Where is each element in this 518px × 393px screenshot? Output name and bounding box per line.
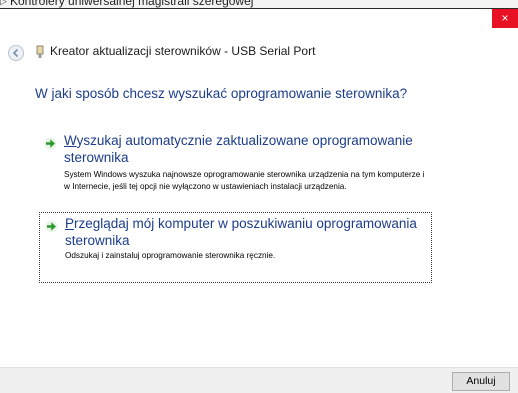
question-heading: W jaki sposób chcesz wyszukać oprogramow… — [35, 86, 408, 101]
wizard-footer: Anuluj — [0, 367, 518, 393]
window-title: Kreator aktualizacji sterowników - USB S… — [50, 44, 316, 58]
back-arrow-icon — [12, 48, 19, 58]
option-description: Odszukaj i zainstaluj oprogramowanie ste… — [65, 251, 276, 260]
green-arrow-icon — [45, 220, 58, 233]
option-title: Przeglądaj mój komputer w poszukiwaniu o… — [65, 216, 417, 248]
wizard-content: W jaki sposób chcesz wyszukać oprogramow… — [0, 72, 518, 369]
update-driver-wizard: × Kreator aktualizacji sterowników - USB… — [0, 9, 518, 393]
browse-computer-option[interactable]: Przeglądaj mój komputer w poszukiwaniu o… — [39, 212, 432, 283]
green-arrow-icon — [44, 137, 57, 150]
usb-device-icon — [36, 45, 44, 58]
close-button[interactable]: × — [492, 9, 518, 28]
search-automatically-option[interactable]: Wyszukaj automatycznie zaktualizowane op… — [39, 130, 432, 208]
option-description: System Windows wyszuka najnowsze oprogra… — [64, 170, 425, 191]
wizard-header: Kreator aktualizacji sterowników - USB S… — [0, 28, 518, 72]
tree-expander-icon: ▷ — [0, 0, 7, 6]
accelerator-key: W — [64, 133, 77, 148]
cancel-button[interactable]: Anuluj — [452, 372, 510, 391]
background-tree-item: Kontrolery uniwersalnej magistrali szere… — [10, 0, 254, 8]
background-window-strip: ▷ Kontrolery uniwersalnej magistrali sze… — [0, 0, 518, 9]
back-button[interactable] — [8, 45, 24, 61]
option-title: Wyszukaj automatycznie zaktualizowane op… — [64, 133, 413, 165]
accelerator-key: P — [65, 216, 75, 231]
